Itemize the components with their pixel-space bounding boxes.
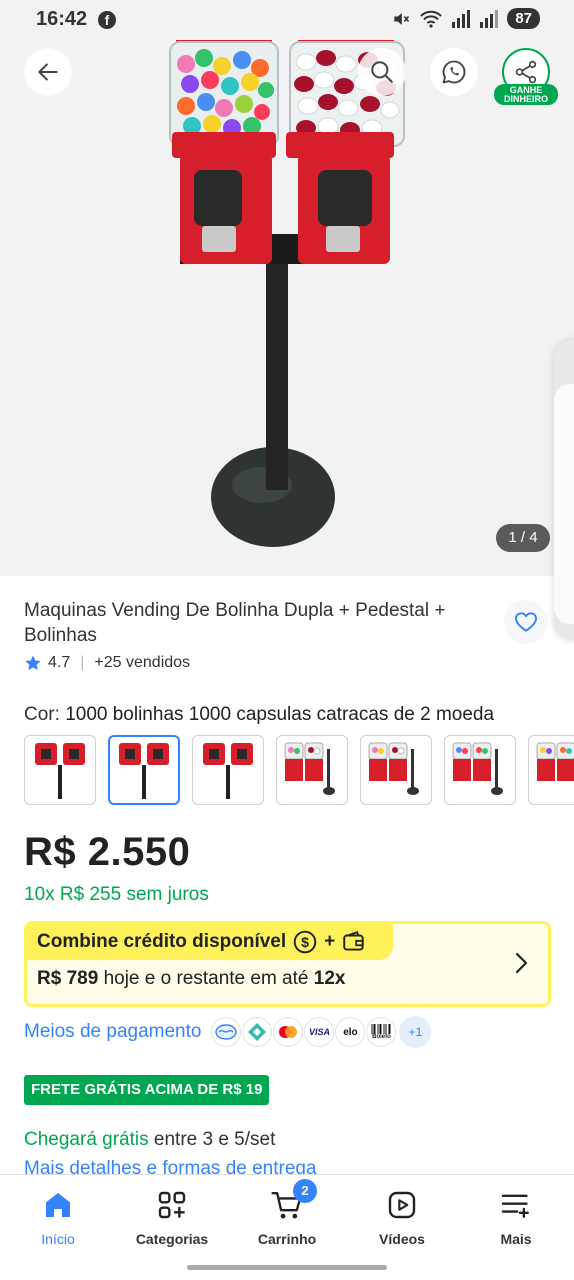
- variant-thumbnails: [24, 735, 574, 807]
- visa-icon: VISA: [304, 1017, 335, 1047]
- mute-icon: [394, 12, 410, 25]
- credit-times: 12x: [313, 968, 346, 989]
- nav-videos-label: Vídeos: [379, 1231, 425, 1247]
- nav-categories[interactable]: Categorias: [117, 1185, 227, 1247]
- pix-icon: [242, 1017, 273, 1047]
- nav-more[interactable]: Mais: [461, 1185, 571, 1247]
- visa-label: VISA: [308, 1027, 330, 1037]
- color-label: Cor:: [24, 704, 60, 725]
- back-button[interactable]: [24, 48, 72, 96]
- credit-offer-body: R$ 789 hoje e o restante em até 12x: [37, 968, 345, 990]
- menu-icon: [501, 1194, 529, 1218]
- star-icon: [25, 655, 41, 671]
- favorite-button[interactable]: [504, 600, 548, 644]
- variant-image: [203, 743, 253, 799]
- color-value: 1000 bolinhas 1000 capsulas catracas de …: [65, 704, 495, 725]
- arrival-free: Chegará grátis: [24, 1129, 149, 1150]
- nav-cart-label: Carrinho: [257, 1231, 317, 1247]
- shipping-details-link[interactable]: Mais detalhes e formas de entrega: [24, 1158, 317, 1174]
- search-icon: [371, 61, 393, 83]
- nav-more-label: Mais: [500, 1231, 532, 1247]
- svg-text:$: $: [301, 934, 309, 950]
- battery-indicator: 87: [507, 8, 540, 29]
- variant-image: [284, 742, 335, 795]
- nav-videos[interactable]: Vídeos: [347, 1185, 457, 1247]
- arrival-info: Chegará grátis entre 3 e 5/set: [24, 1129, 275, 1151]
- nav-categories-label: Categorias: [135, 1231, 209, 1247]
- home-indicator[interactable]: [187, 1265, 387, 1270]
- rating-value: 4.7: [48, 654, 71, 671]
- status-icons: 87: [391, 8, 540, 29]
- variant-image: [368, 742, 419, 795]
- more-payment-methods[interactable]: +1: [399, 1016, 432, 1048]
- nav-home-label: Início: [41, 1231, 75, 1247]
- share-icon: [515, 60, 537, 84]
- nav-home[interactable]: Início: [3, 1185, 113, 1247]
- search-button[interactable]: [358, 48, 406, 96]
- free-shipping-badge: FRETE GRÁTIS ACIMA DE R$ 19: [24, 1075, 270, 1105]
- elo-label: elo: [343, 1026, 358, 1038]
- status-bar: 16:42 f 87: [0, 0, 574, 40]
- payment-methods-row: Meios de pagamento VISA elo Boleto +1: [24, 1016, 432, 1048]
- categories-icon: [158, 1191, 186, 1219]
- product-title: Maquinas Vending De Bolinha Dupla + Pede…: [24, 600, 446, 646]
- variant-thumbnail[interactable]: [276, 735, 348, 805]
- variant-image: [536, 742, 574, 781]
- whatsapp-share-button[interactable]: [430, 48, 478, 96]
- coin-icon: $: [293, 930, 317, 954]
- variant-thumbnail[interactable]: [360, 735, 432, 805]
- elo-icon: elo: [335, 1017, 366, 1047]
- variant-thumbnail[interactable]: [192, 735, 264, 805]
- product-price: R$ 2.550: [24, 830, 191, 874]
- share-earn-label-line2: DINHEIRO: [503, 94, 548, 104]
- variant-image: [119, 743, 169, 799]
- rating-separator: |: [80, 654, 85, 671]
- signal-icon: [452, 9, 471, 28]
- credit-offer-card[interactable]: Combine crédito disponível $ + R$ 789 ho…: [24, 921, 551, 1007]
- variant-image: [35, 743, 85, 799]
- product-image-gallery[interactable]: GANHE DINHEIRO 1 / 4: [0, 0, 574, 576]
- cart-count-badge: 2: [293, 1179, 317, 1203]
- credit-text: hoje e o restante em até: [103, 968, 309, 989]
- home-icon: [46, 1193, 70, 1217]
- wifi-icon: [420, 10, 443, 28]
- variant-thumbnail[interactable]: [444, 735, 516, 805]
- credit-amount: R$ 789: [37, 968, 99, 989]
- side-floating-card-inner: [554, 384, 574, 624]
- facebook-icon: f: [98, 11, 116, 29]
- rating-row[interactable]: 4.7 | +25 vendidos: [24, 654, 190, 672]
- variant-image: [452, 742, 503, 795]
- product-image: [169, 26, 405, 547]
- variant-thumbnail[interactable]: [528, 735, 574, 805]
- arrow-left-icon: [38, 63, 58, 81]
- videos-icon: [388, 1191, 416, 1219]
- installments-text: 10x R$ 255 sem juros: [24, 884, 209, 905]
- boleto-icon: Boleto: [366, 1017, 397, 1047]
- mercado-pago-icon: [211, 1017, 242, 1047]
- color-selector-label: Cor: 1000 bolinhas 1000 capsulas catraca…: [24, 704, 494, 726]
- heart-icon: [515, 612, 537, 632]
- variant-thumbnail[interactable]: [24, 735, 96, 805]
- whatsapp-icon: [442, 60, 466, 84]
- status-time: 16:42: [36, 8, 88, 30]
- chevron-right-icon: [515, 952, 528, 974]
- mastercard-icon: [273, 1017, 304, 1047]
- share-earn-label: GANHE DINHEIRO: [494, 84, 558, 105]
- variant-thumbnail-selected[interactable]: [108, 735, 180, 805]
- plus-sign: +: [324, 931, 336, 952]
- credit-offer-header: Combine crédito disponível $ +: [27, 924, 393, 960]
- wallet-icon: [343, 931, 364, 951]
- nav-cart[interactable]: 2 Carrinho: [232, 1179, 342, 1247]
- sold-count: +25 vendidos: [94, 654, 191, 671]
- image-counter: 1 / 4: [496, 524, 550, 552]
- credit-offer-title: Combine crédito disponível: [37, 931, 287, 952]
- payment-methods-link[interactable]: Meios de pagamento: [24, 1021, 201, 1043]
- signal-icon-2: [480, 9, 499, 28]
- boleto-label: Boleto: [372, 1034, 391, 1040]
- arrival-dates: entre 3 e 5/set: [153, 1129, 276, 1150]
